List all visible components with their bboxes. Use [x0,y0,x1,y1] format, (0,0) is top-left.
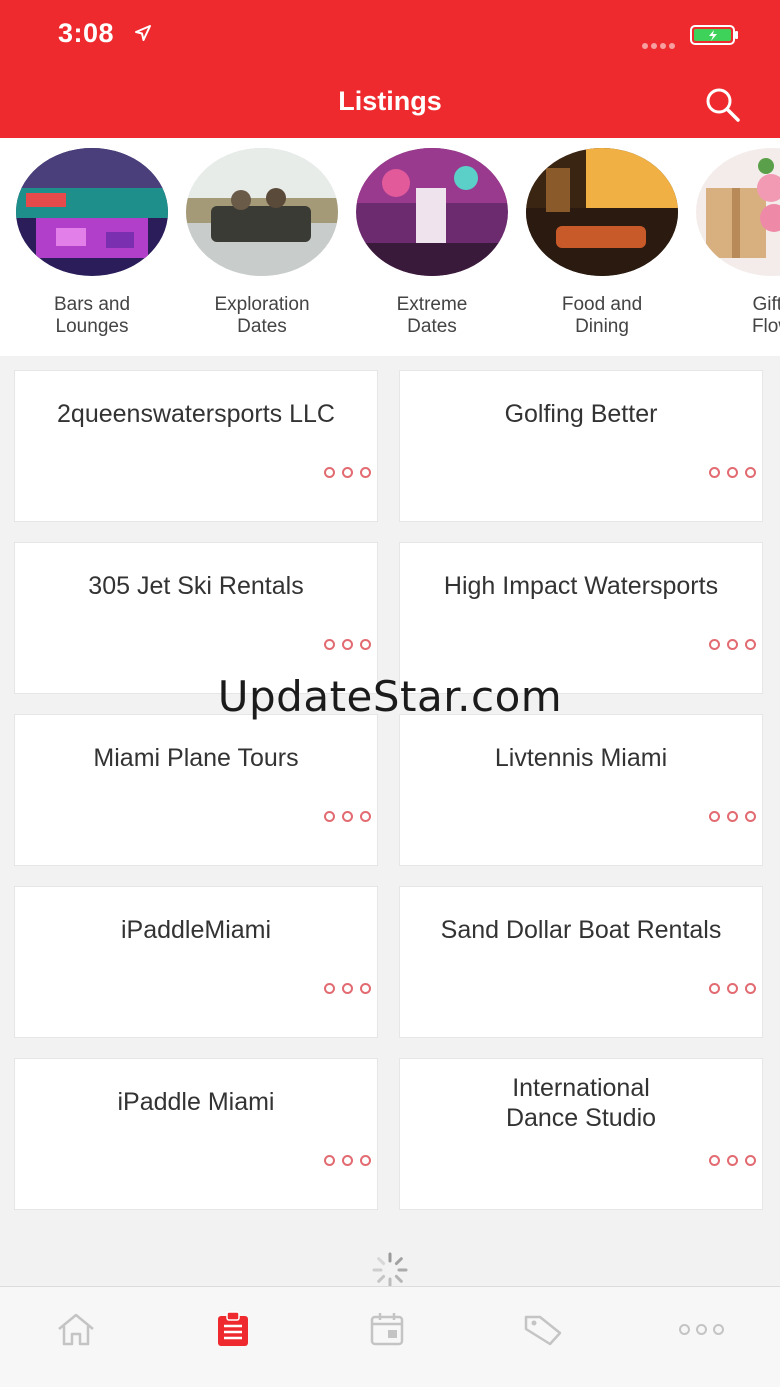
listing-card[interactable]: High Impact Watersports [399,542,763,694]
home-icon [58,1313,94,1346]
more-options-icon[interactable] [324,983,371,994]
listing-card[interactable]: International Dance Studio [399,1058,763,1210]
tab-more[interactable] [670,1307,732,1351]
category-label: Exploration Dates [214,294,310,337]
location-arrow-icon [135,25,151,41]
status-time: 3:08 [58,18,115,48]
battery-icon [690,25,738,45]
more-options-icon[interactable] [324,811,371,822]
category-image [696,148,780,276]
listing-card[interactable]: Golfing Better [399,370,763,522]
category-exploration-dates[interactable]: Exploration Dates [177,148,347,338]
category-image [16,148,168,276]
listing-card[interactable]: Livtennis Miami [399,714,763,866]
category-image [526,148,678,276]
category-label: Food and Dining [561,294,643,337]
page-title: Listings [338,86,442,116]
category-food-and-dining[interactable]: Food and Dining [517,148,687,338]
search-button[interactable] [704,86,742,124]
category-extreme-dates[interactable]: Extreme Dates [347,148,517,338]
category-label: Extreme Dates [396,294,468,337]
category-label: Gifts Flow [751,294,780,337]
listing-title: Livtennis Miami [494,744,668,772]
more-options-icon[interactable] [324,467,371,478]
more-options-icon[interactable] [324,1155,371,1166]
more-options-icon[interactable] [709,811,756,822]
clipboard-icon [218,1311,248,1346]
listing-title: High Impact Watersports [443,572,719,600]
listing-card[interactable]: Miami Plane Tours [14,714,378,866]
calendar-icon [370,1313,404,1346]
category-image [186,148,338,276]
listing-title: Sand Dollar Boat Rentals [440,916,722,944]
category-carousel[interactable]: Bars and Lounges Exploration Dates Extre… [0,138,780,356]
listing-title: iPaddle Miami [117,1088,275,1116]
more-options-icon[interactable] [709,467,756,478]
listing-title: International Dance Studio [505,1074,657,1132]
more-options-icon[interactable] [709,639,756,650]
tab-listings[interactable] [203,1307,263,1351]
tab-calendar[interactable] [357,1307,417,1351]
listing-title: Miami Plane Tours [93,744,299,772]
signal-icon [642,36,678,54]
listing-title: Golfing Better [504,400,658,428]
category-label: Bars and Lounges [53,294,131,337]
search-icon [706,88,740,122]
tab-deals[interactable] [513,1307,573,1351]
listing-card[interactable]: iPaddle Miami [14,1058,378,1210]
more-options-icon[interactable] [709,983,756,994]
tab-home[interactable] [46,1307,106,1351]
listing-card[interactable]: iPaddleMiami [14,886,378,1038]
listing-card[interactable]: 2queenswatersports LLC [14,370,378,522]
category-bars-and-lounges[interactable]: Bars and Lounges [7,148,177,338]
bottom-tab-bar [0,1286,780,1387]
listing-title: 2queenswatersports LLC [57,400,335,428]
listing-card[interactable]: 305 Jet Ski Rentals [14,542,378,694]
more-options-icon[interactable] [324,639,371,650]
listing-title: iPaddleMiami [120,916,272,944]
listing-title: 305 Jet Ski Rentals [88,572,304,600]
tag-icon [524,1315,562,1346]
listing-card[interactable]: Sand Dollar Boat Rentals [399,886,763,1038]
more-options-icon[interactable] [709,1155,756,1166]
category-image [356,148,508,276]
more-icon [678,1323,690,1335]
app-header: 3:08 Listings [0,0,780,138]
category-gifts-flowers[interactable]: Gifts Flow [687,148,780,338]
loading-spinner-icon [372,1252,408,1288]
